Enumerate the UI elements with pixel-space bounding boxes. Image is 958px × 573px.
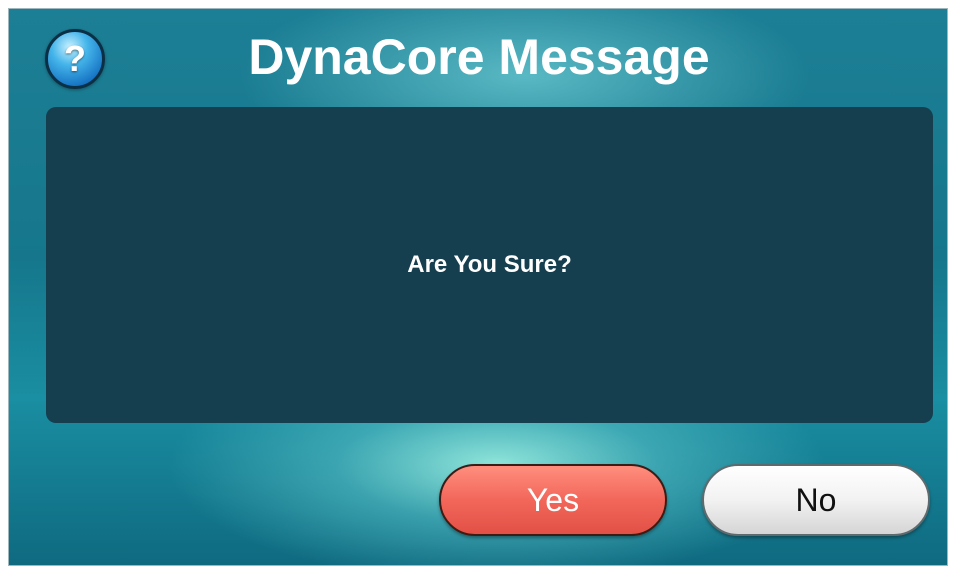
- message-panel: Are You Sure?: [46, 107, 933, 423]
- yes-button-label: Yes: [526, 481, 580, 518]
- dialog-title: DynaCore Message: [248, 29, 710, 85]
- no-button[interactable]: No: [702, 464, 930, 536]
- yes-button[interactable]: Yes: [439, 464, 667, 536]
- no-button-label: No: [795, 481, 837, 518]
- dynacore-message-dialog: ? DynaCore Message Are You Sure? Yes No: [8, 8, 948, 566]
- message-text: Are You Sure?: [407, 251, 572, 278]
